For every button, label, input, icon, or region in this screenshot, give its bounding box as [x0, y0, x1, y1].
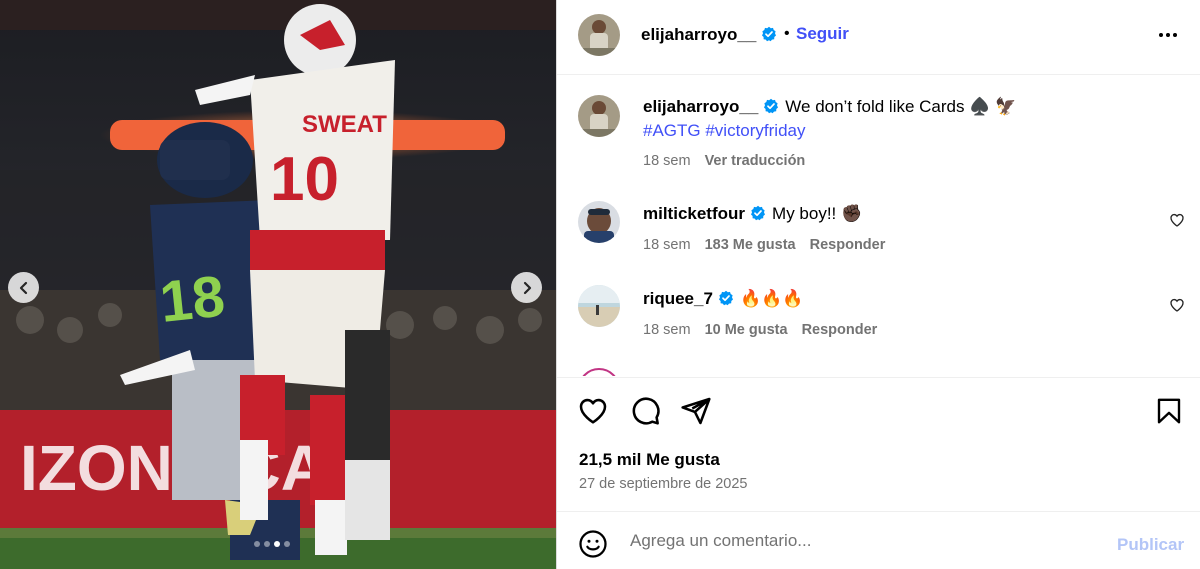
comment-line: riquee_7 🔥🔥🔥 [643, 288, 803, 310]
verified-icon [751, 205, 766, 221]
verified-icon [764, 98, 779, 114]
avatar-image [578, 285, 620, 327]
comment-input[interactable] [630, 526, 1100, 556]
avatar-image [578, 14, 620, 56]
chevron-left-icon [19, 281, 27, 294]
comment-line: milticketfour My boy!! ✊🏿 [643, 203, 862, 225]
carousel-dot [284, 541, 290, 547]
timestamp: 18 sem [643, 237, 691, 253]
post-header: elijaharroyo__ • Seguir [557, 0, 1200, 75]
heart-icon[interactable] [1169, 212, 1185, 228]
likes-count[interactable]: 21,5 mil Me gusta [579, 450, 720, 470]
timestamp: 18 sem [643, 153, 691, 169]
next-slide-button[interactable] [511, 272, 542, 303]
publish-button[interactable]: Publicar [1117, 535, 1184, 555]
emoji-icon[interactable] [578, 529, 608, 559]
previous-slide-button[interactable] [8, 272, 39, 303]
post-media[interactable]: IZONA CA 18 10 SWEAT [0, 0, 556, 569]
avatar-image [578, 201, 620, 243]
post-author[interactable]: elijaharroyo__ [641, 25, 777, 45]
action-bar: 21,5 mil Me gusta 27 de septiembre de 20… [557, 377, 1200, 511]
carousel-indicator [254, 541, 290, 547]
reply-button[interactable]: Responder [802, 322, 878, 338]
heart-icon[interactable] [1169, 297, 1185, 313]
verified-icon [762, 26, 777, 42]
carousel-dot [254, 541, 260, 547]
post-details-pane: elijaharroyo__ • Seguir elijaharroyo__ We… [556, 0, 1200, 569]
follow-button[interactable]: Seguir [796, 24, 849, 44]
carousel-dot [264, 541, 270, 547]
username[interactable]: elijaharroyo__ [643, 97, 758, 116]
comment-text: My boy!! ✊🏿 [772, 204, 863, 223]
avatar[interactable] [578, 95, 620, 137]
comment-meta: 18 sem 183 Me gusta Responder [643, 237, 885, 253]
avatar[interactable] [578, 14, 620, 56]
bookmark-icon[interactable] [1154, 395, 1184, 427]
comment-composer: Publicar [557, 511, 1200, 569]
caption-meta: 18 sem Ver traducción [643, 153, 805, 169]
reply-button[interactable]: Responder [810, 237, 886, 253]
caption-hashtags[interactable]: #AGTG #victoryfriday [643, 121, 806, 141]
timestamp: 18 sem [643, 322, 691, 338]
username[interactable]: milticketfour [643, 204, 745, 223]
like-count[interactable]: 10 Me gusta [705, 322, 788, 338]
chevron-right-icon [523, 281, 531, 294]
comment-meta: 18 sem 10 Me gusta Responder [643, 322, 877, 338]
more-icon [1159, 33, 1163, 37]
username[interactable]: elijaharroyo__ [641, 25, 756, 44]
more-icon-dot [1173, 33, 1177, 37]
svg-text:SWEAT: SWEAT [302, 111, 387, 138]
separator: • [784, 25, 790, 42]
heart-icon[interactable] [577, 395, 609, 427]
carousel-dot-active [274, 541, 280, 547]
svg-text:10: 10 [270, 145, 339, 214]
avatar[interactable] [578, 368, 620, 376]
caption-text: We don’t fold like Cards ♠️ 🦅 [785, 97, 1017, 116]
post-photo: IZONA CA 18 10 SWEAT [0, 0, 556, 569]
more-icon-dot [1166, 33, 1170, 37]
like-count[interactable]: 183 Me gusta [705, 237, 796, 253]
more-options-button[interactable] [1153, 22, 1183, 48]
svg-text:18: 18 [157, 264, 228, 335]
post-date: 27 de septiembre de 2025 [579, 476, 748, 492]
avatar[interactable] [578, 201, 620, 243]
verified-icon [718, 290, 733, 306]
avatar[interactable] [578, 285, 620, 327]
comments-list[interactable]: elijaharroyo__ We don’t fold like Cards ♠… [557, 76, 1200, 376]
username[interactable]: riquee_7 [643, 289, 713, 308]
avatar-image [578, 95, 620, 137]
caption-line: elijaharroyo__ We don’t fold like Cards ♠… [643, 96, 1016, 118]
translate-button[interactable]: Ver traducción [705, 153, 806, 169]
share-icon[interactable] [680, 395, 712, 427]
comment-icon[interactable] [629, 395, 661, 427]
comment-text: 🔥🔥🔥 [739, 289, 804, 308]
